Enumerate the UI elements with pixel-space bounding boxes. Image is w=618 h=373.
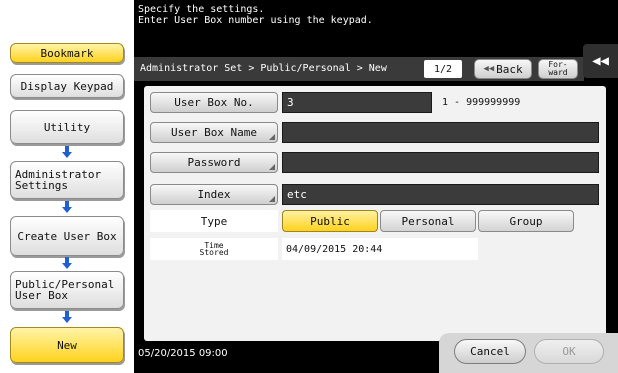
index-label: Index [197, 188, 231, 201]
corner-triangle-icon [269, 134, 275, 140]
double-chevron-left-icon: ◀◀ [592, 53, 609, 69]
arrow-down-icon [62, 311, 72, 323]
index-field[interactable]: etc [282, 184, 599, 205]
instruction-text: Specify the settings. Enter User Box num… [138, 4, 373, 26]
bookmark-button[interactable]: Bookmark [10, 43, 124, 63]
forward-button[interactable]: For- ward [538, 59, 578, 79]
time-stored-label-line-2: Stored [199, 248, 229, 257]
user-box-name-label: User Box Name [170, 126, 258, 139]
index-button[interactable]: Index [150, 184, 278, 205]
password-label: Password [187, 156, 241, 169]
time-stored-label: Time Stored [150, 238, 278, 260]
arrow-down-icon [62, 257, 72, 269]
arrow-down-icon [62, 146, 72, 158]
cancel-button[interactable]: Cancel [454, 339, 526, 364]
flow-utility-button[interactable]: Utility [10, 110, 124, 144]
instruction-line-2: Enter User Box number using the keypad. [138, 15, 373, 26]
main-panel: Administrator Set > Public/Personal > Ne… [134, 49, 618, 373]
corner-triangle-icon [269, 164, 275, 170]
user-box-name-field[interactable] [282, 122, 599, 143]
settings-form: User Box No. 3 1 - 999999999 User Box Na… [144, 86, 606, 341]
breadcrumb: Administrator Set > Public/Personal > Ne… [140, 63, 387, 74]
type-group-button[interactable]: Group [478, 210, 574, 232]
collapse-panel-button[interactable]: ◀◀ [583, 44, 618, 78]
password-button[interactable]: Password [150, 152, 278, 173]
time-stored-value: 04/09/2015 20:44 [282, 238, 478, 260]
flow-create-user-box-button[interactable]: Create User Box [10, 216, 124, 256]
title-bar: Administrator Set > Public/Personal > Ne… [134, 57, 584, 81]
type-personal-button[interactable]: Personal [380, 210, 476, 232]
flow-public-personal-user-box-button[interactable]: Public/Personal User Box [10, 271, 124, 309]
user-box-no-button[interactable]: User Box No. [150, 92, 278, 113]
type-public-button[interactable]: Public [282, 210, 378, 232]
type-label: Type [150, 210, 278, 232]
back-label: Back [496, 62, 523, 76]
status-datetime: 05/20/2015 09:00 [138, 348, 228, 359]
forward-label: For- ward [548, 60, 568, 77]
display-keypad-button[interactable]: Display Keypad [10, 74, 124, 98]
password-field[interactable] [282, 152, 599, 173]
left-navigation: Bookmark Display Keypad Utility Administ… [0, 0, 134, 373]
user-box-no-field[interactable]: 3 [282, 92, 432, 113]
instruction-header: Specify the settings. Enter User Box num… [134, 0, 618, 49]
user-box-name-button[interactable]: User Box Name [150, 122, 278, 143]
back-double-arrow-icon: ◀◀ [483, 64, 495, 74]
back-button[interactable]: ◀◀ Back [474, 59, 532, 79]
user-box-no-label: User Box No. [174, 96, 254, 109]
instruction-line-1: Specify the settings. [138, 4, 265, 15]
flow-administrator-settings-button[interactable]: Administrator Settings [10, 161, 124, 199]
ok-button[interactable]: OK [534, 339, 604, 364]
corner-triangle-icon [269, 196, 275, 202]
flow-new-button[interactable]: New [10, 327, 124, 363]
user-box-no-range: 1 - 999999999 [442, 97, 521, 108]
arrow-down-icon [62, 201, 72, 213]
page-indicator: 1/2 [424, 60, 462, 78]
